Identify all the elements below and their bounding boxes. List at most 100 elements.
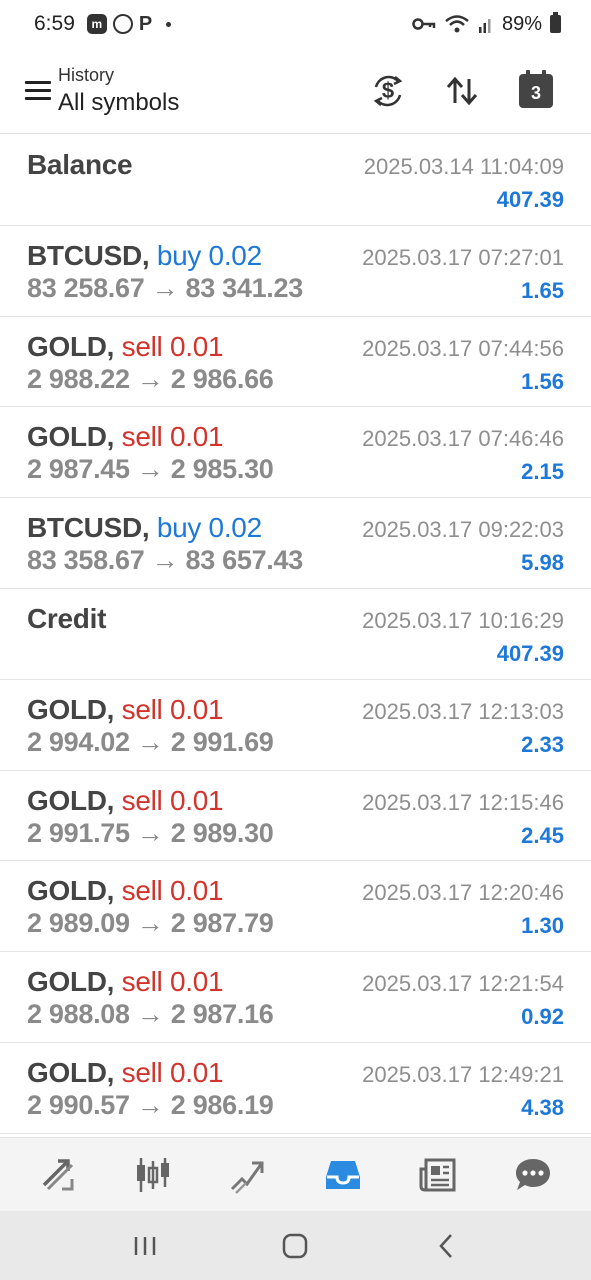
row-timestamp: 2025.03.14 11:04:09 (363, 154, 564, 179)
status-bar: 6:59 m P 89% (0, 0, 591, 48)
currency-exchange-icon: $ (373, 75, 403, 106)
battery-percent: 89% (501, 12, 542, 35)
row-prices: 83 358.67 → 83 657.43 (27, 545, 303, 576)
row-symbol-line: GOLD, sell 0.01 (27, 693, 224, 726)
more-notifications-icon (166, 21, 172, 27)
vpn-key-icon (412, 18, 436, 30)
row-timestamp: 2025.03.17 12:21:54 (362, 971, 564, 997)
history-row[interactable]: Balance 2025.03.14 11:04:09 407.39 (0, 135, 591, 226)
row-symbol: GOLD, (27, 421, 115, 453)
row-timestamp: 2025.03.17 12:13:03 (362, 698, 564, 724)
row-direction: sell 0.01 (114, 421, 224, 453)
row-timestamp: 2025.03.17 09:22:03 (362, 517, 564, 543)
row-amount: 2.45 (521, 822, 564, 848)
row-prices: 2 988.22 → 2 986.66 (27, 363, 274, 394)
row-amount: 1.56 (521, 368, 564, 394)
row-symbol-line: GOLD, sell 0.01 (27, 966, 224, 998)
quotes-icon (42, 1158, 74, 1190)
header-titles[interactable]: History All symbols (58, 65, 179, 117)
row-amount: 1.30 (521, 913, 564, 939)
row-timestamp: 2025.03.17 10:16:29 (362, 607, 564, 633)
row-symbol-line: BTCUSD, buy 0.02 (27, 240, 262, 272)
row-prices: 2 991.75 → 2 989.30 (27, 817, 274, 848)
row-amount: 2.15 (521, 459, 564, 485)
back-icon (439, 1233, 452, 1258)
row-symbol: BTCUSD, (27, 512, 150, 544)
row-symbol-line: GOLD, sell 0.01 (27, 330, 224, 363)
sort-button[interactable] (425, 61, 499, 121)
notification-icons: m P (86, 13, 172, 36)
history-row[interactable]: GOLD, sell 0.01 2 991.75 → 2 989.30 2025… (0, 771, 591, 862)
row-symbol: GOLD, (27, 784, 115, 816)
row-symbol-line: Balance (27, 149, 133, 181)
sort-icon (446, 76, 478, 105)
recent-apps-button[interactable] (115, 1221, 175, 1271)
app-header: History All symbols $ 3 (0, 48, 591, 134)
nav-trade[interactable] (218, 1145, 278, 1205)
back-button[interactable] (416, 1221, 476, 1271)
row-symbol: GOLD, (27, 1056, 115, 1088)
header-actions: $ 3 (351, 61, 573, 121)
nav-chart[interactable] (123, 1145, 183, 1205)
row-symbol: GOLD, (27, 330, 115, 362)
history-icon (326, 1160, 361, 1189)
row-symbol: Balance (27, 149, 133, 180)
row-symbol-line: GOLD, sell 0.01 (27, 1056, 224, 1089)
history-row[interactable]: GOLD, sell 0.01 2 994.02 → 2 991.69 2025… (0, 680, 591, 771)
row-symbol-line: GOLD, sell 0.01 (27, 784, 224, 817)
row-direction: sell 0.01 (114, 875, 224, 907)
row-amount: 5.98 (521, 550, 564, 576)
row-amount: 4.38 (521, 1094, 564, 1120)
row-symbol-line: GOLD, sell 0.01 (27, 875, 224, 907)
nav-news[interactable] (408, 1145, 468, 1205)
row-timestamp: 2025.03.17 12:49:21 (362, 1061, 564, 1087)
row-symbol: GOLD, (27, 966, 115, 998)
row-symbol: GOLD, (27, 693, 115, 725)
calendar-day: 3 (530, 83, 541, 103)
row-timestamp: 2025.03.17 07:44:56 (362, 335, 564, 361)
row-prices: 2 994.02 → 2 991.69 (27, 726, 274, 757)
calendar-button[interactable]: 3 (499, 61, 573, 121)
row-prices: 2 990.57 → 2 986.19 (27, 1089, 274, 1120)
trade-icon (230, 1161, 264, 1194)
history-row[interactable]: BTCUSD, buy 0.02 83 258.67 → 83 341.23 2… (0, 226, 591, 317)
header-title: All symbols (58, 88, 180, 116)
battery-icon (550, 12, 561, 33)
row-direction: sell 0.01 (114, 330, 224, 362)
nav-quotes[interactable] (28, 1145, 88, 1205)
signal-icon (478, 19, 491, 33)
app-notification-icon: m (86, 14, 107, 34)
row-amount: 407.39 (496, 640, 564, 666)
nav-history[interactable] (313, 1145, 373, 1205)
whatsapp-icon (112, 14, 133, 34)
nav-messages[interactable] (503, 1145, 563, 1205)
row-direction: sell 0.01 (114, 1056, 224, 1088)
bottom-navigation (0, 1137, 591, 1211)
row-amount: 2.33 (521, 731, 564, 757)
row-direction: sell 0.01 (114, 693, 224, 725)
row-timestamp: 2025.03.17 07:46:46 (362, 426, 564, 452)
history-row[interactable]: GOLD, sell 0.01 2 990.57 → 2 986.19 2025… (0, 1043, 591, 1134)
history-row[interactable]: GOLD, sell 0.01 2 987.45 → 2 985.30 2025… (0, 407, 591, 499)
row-timestamp: 2025.03.17 12:15:46 (362, 789, 564, 815)
row-symbol: GOLD, (27, 875, 115, 907)
history-list: Balance 2025.03.14 11:04:09 407.39 BTCUS… (0, 135, 591, 1134)
history-row[interactable]: GOLD, sell 0.01 2 988.22 → 2 986.66 2025… (0, 317, 591, 408)
row-prices: 2 987.45 → 2 985.30 (27, 454, 274, 485)
system-navigation (0, 1211, 591, 1280)
row-symbol-line: BTCUSD, buy 0.02 (27, 512, 262, 544)
history-row[interactable]: BTCUSD, buy 0.02 83 358.67 → 83 657.43 2… (0, 498, 591, 589)
home-button[interactable] (265, 1221, 325, 1271)
history-row[interactable]: Credit 2025.03.17 10:16:29 407.39 (0, 589, 591, 680)
svg-text:$: $ (382, 78, 394, 103)
row-amount: 0.92 (521, 1004, 564, 1030)
history-row[interactable]: GOLD, sell 0.01 2 989.09 → 2 987.79 2025… (0, 861, 591, 953)
row-prices: 2 988.08 → 2 987.16 (27, 999, 274, 1030)
calendar-icon: 3 (519, 69, 553, 108)
deposit-withdraw-button[interactable]: $ (351, 61, 425, 121)
chart-icon (136, 1157, 169, 1192)
wifi-icon (445, 15, 469, 33)
history-row[interactable]: GOLD, sell 0.01 2 988.08 → 2 987.16 2025… (0, 952, 591, 1043)
row-amount: 407.39 (496, 187, 564, 212)
row-timestamp: 2025.03.17 07:27:01 (362, 244, 564, 270)
